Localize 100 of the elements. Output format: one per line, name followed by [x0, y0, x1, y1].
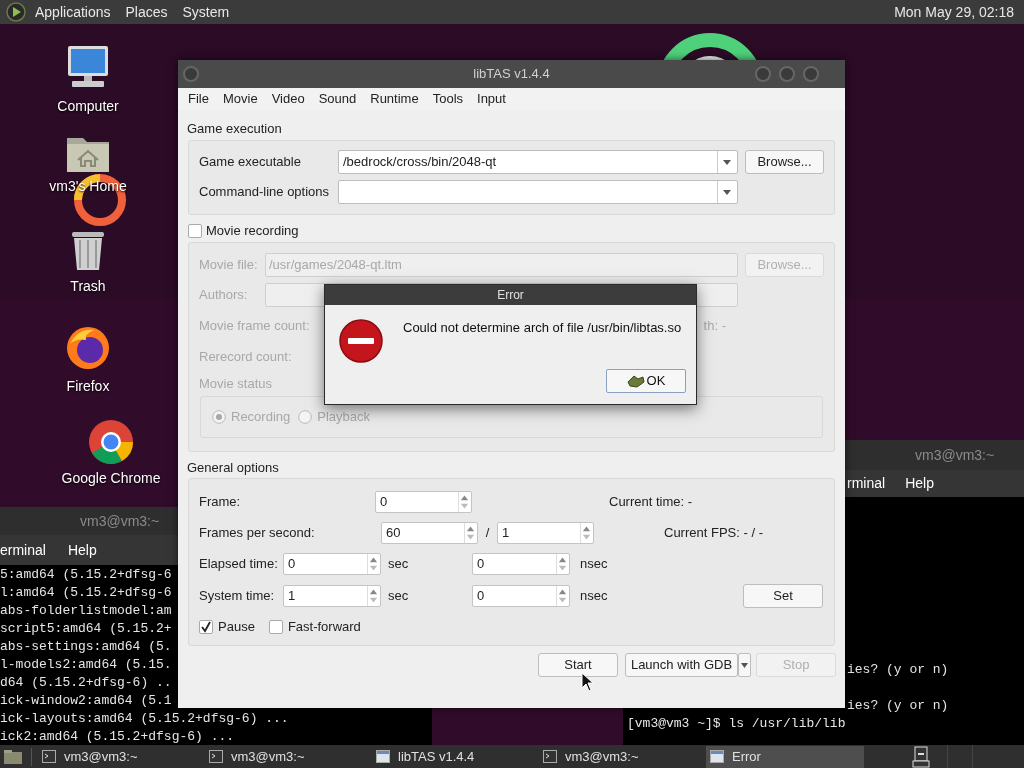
checkbox-label[interactable]: Pause: [218, 617, 255, 637]
menu-item[interactable]: erminal: [0, 539, 46, 561]
menu-item[interactable]: Help: [67, 539, 97, 561]
error-message: Could not determine arch of file /usr/bin/libtas.so: [403, 319, 682, 337]
status-text: Current time: -: [609, 493, 693, 512]
terminal-line: ies? (y or n): [847, 661, 949, 679]
spin-arrows-icon: [580, 523, 592, 543]
window-icon: [710, 750, 724, 763]
terminal-line: ick-layouts:amd64 (5.15.2+dfsg-6) ...: [0, 710, 289, 728]
menu-item[interactable]: Video: [271, 89, 305, 109]
checkbox[interactable]: [188, 224, 202, 238]
section-title: General options: [187, 460, 280, 475]
clock: Mon May 29, 02:18: [894, 2, 1014, 22]
spin-arrows-icon: [556, 554, 568, 574]
spin-box[interactable]: 60: [381, 522, 478, 544]
window-icon: [376, 750, 390, 763]
desktop-icon-label[interactable]: Computer: [57, 96, 119, 117]
taskbar-item[interactable]: Error: [706, 745, 864, 768]
menu-item[interactable]: Help: [905, 473, 934, 494]
desktop-icon-label[interactable]: Trash: [70, 276, 106, 297]
spin-arrows-icon: [458, 492, 470, 512]
desktop-icon-label[interactable]: Google Chrome: [61, 468, 161, 489]
start-button[interactable]: Start: [538, 653, 618, 677]
field-label: Rerecord count:: [199, 348, 292, 367]
hand-icon: [626, 374, 645, 388]
checkbox[interactable]: [199, 619, 213, 634]
spin-box[interactable]: 1: [497, 522, 594, 544]
browse-button[interactable]: Browse...: [745, 150, 824, 174]
field-label: Command-line options: [199, 183, 331, 202]
terminal-line: ick-window2:amd64 (5.1: [0, 692, 172, 710]
checkbox-label[interactable]: Movie recording: [206, 221, 299, 241]
caret-icon: [741, 662, 748, 668]
browser-icon[interactable]: [87, 418, 135, 464]
taskbar-item[interactable]: vm3@vm3:~: [38, 745, 196, 768]
taskbar-item[interactable]: vm3@vm3:~: [539, 745, 697, 768]
desktop-icon-label[interactable]: Firefox: [66, 376, 110, 397]
launcher-icon[interactable]: [6, 2, 26, 22]
spin-arrows-icon: [556, 586, 568, 606]
radio-button[interactable]: [298, 410, 313, 424]
menu-item[interactable]: Tools: [432, 89, 464, 109]
cursor-icon: [581, 672, 595, 692]
field-label: Movie file:: [199, 256, 259, 275]
menu-item[interactable]: rminal: [847, 473, 886, 494]
spin-box[interactable]: 0: [375, 491, 472, 513]
section-title: Game execution: [187, 121, 283, 136]
terminal-line: abs-settings:amd64 (5.: [0, 638, 172, 656]
taskbar-item[interactable]: vm3@vm3:~: [205, 745, 363, 768]
window-title: vm3@vm3:~: [80, 511, 160, 531]
spin-arrows-icon: [464, 523, 476, 543]
terminal-line: 5:amd64 (5.15.2+dfsg-6: [0, 566, 172, 584]
checkbox-label[interactable]: Fast-forward: [287, 617, 361, 637]
terminal-line: d64 (5.15.2+dfsg-6) ..: [0, 674, 172, 692]
terminal-icon: [543, 750, 557, 763]
field-label: Movie status: [199, 375, 272, 394]
field-label: th: -: [703, 317, 726, 336]
error-icon: [338, 318, 384, 364]
terminal-line: l-models2:amd64 (5.15.: [0, 656, 172, 674]
combo-box[interactable]: /bedrock/cross/bin/2048-qt: [338, 150, 738, 174]
menu-item[interactable]: Movie: [222, 89, 258, 109]
field-label: Elapsed time:: [199, 555, 279, 574]
radio-button[interactable]: [212, 410, 226, 424]
dropdown-button[interactable]: [738, 653, 751, 677]
spin-box[interactable]: 0: [472, 585, 570, 607]
terminal-line: ick2:amd64 (5.15.2+dfsg-6) ...: [0, 728, 235, 746]
panel-menu[interactable]: Applications: [34, 1, 112, 23]
panel-menu[interactable]: System: [181, 1, 231, 23]
menu-item[interactable]: Input: [477, 89, 506, 109]
window-title: libTAS v1.4.4: [473, 65, 550, 84]
unit-label: sec: [388, 587, 410, 606]
terminal-line: l:amd64 (5.15.2+dfsg-6: [0, 584, 172, 602]
dialog-title: Error: [497, 287, 524, 304]
launch-gdb-button[interactable]: Launch with GDB: [625, 653, 738, 677]
device-icon[interactable]: [912, 745, 930, 768]
taskbar-item[interactable]: libTAS v1.4.4: [372, 745, 530, 768]
browser-icon[interactable]: [64, 324, 112, 370]
spin-arrows-icon: [367, 586, 379, 606]
spin-box[interactable]: 0: [472, 553, 570, 575]
unit-label: nsec: [580, 555, 608, 574]
status-text: Current FPS: - / -: [664, 524, 763, 543]
terminal-line: abs-folderlistmodel:am: [0, 602, 172, 620]
menu-item[interactable]: File: [188, 89, 209, 109]
ok-button[interactable]: OK: [606, 369, 686, 393]
field-label: Authors:: [199, 286, 249, 305]
menu-item[interactable]: Runtime: [370, 89, 419, 109]
field-label: System time:: [199, 587, 276, 606]
terminal-icon: [209, 750, 223, 763]
separator-text: /: [484, 524, 491, 543]
window-title: vm3@vm3:~: [915, 445, 995, 465]
desktop-icon[interactable]: [3, 748, 23, 765]
field-label: Frames per second:: [199, 524, 316, 543]
spin-box[interactable]: 1: [283, 585, 381, 607]
unit-label: nsec: [580, 587, 608, 606]
terminal-line: ies? (y or n): [847, 697, 949, 715]
panel-menu[interactable]: Places: [124, 1, 169, 23]
terminal-line: [vm3@vm3 ~]$ ls /usr/lib/lib: [627, 715, 846, 733]
spin-arrows-icon: [367, 554, 379, 574]
menu-item[interactable]: Sound: [318, 89, 357, 109]
checkbox[interactable]: [268, 619, 283, 634]
spin-box[interactable]: 0: [283, 553, 381, 575]
set-button[interactable]: Set: [743, 584, 823, 608]
